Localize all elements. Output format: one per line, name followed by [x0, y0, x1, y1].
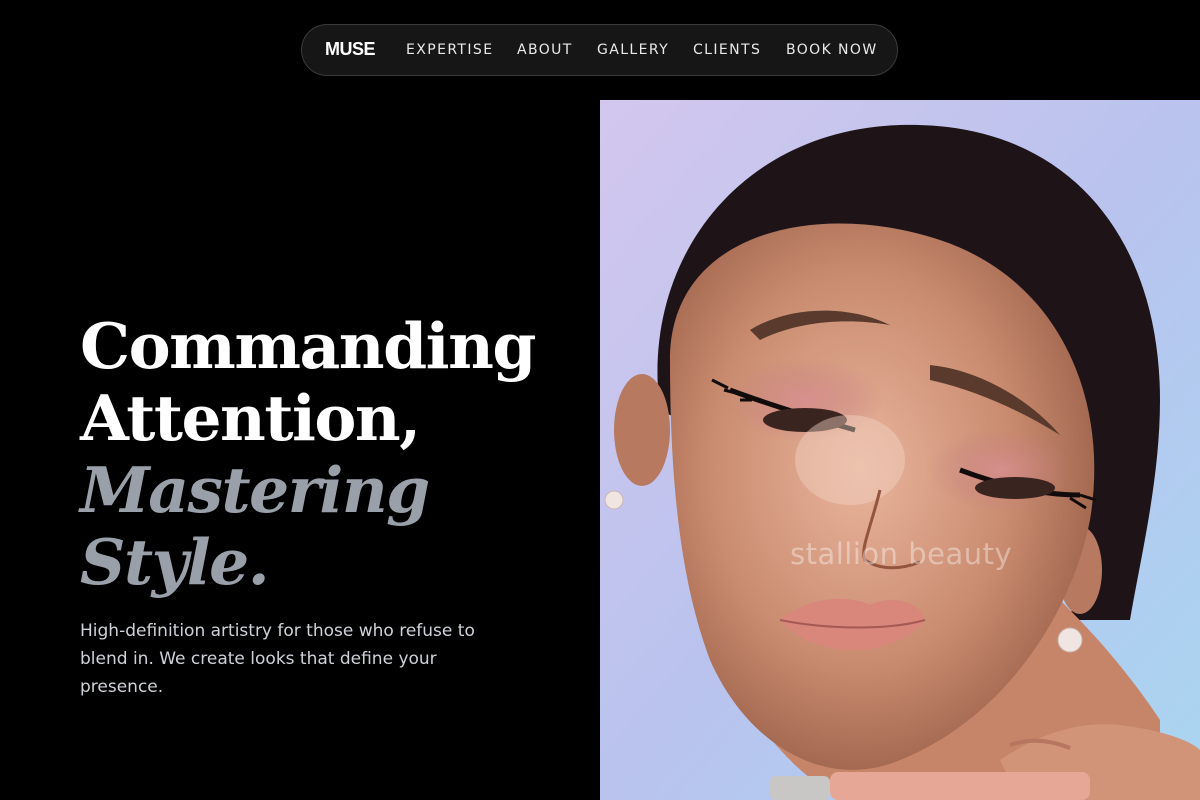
nav-link-expertise[interactable]: EXPERTISE	[406, 42, 493, 58]
nav-link-clients[interactable]: CLIENTS	[693, 42, 761, 58]
portrait-watermark: stallion beauty	[790, 537, 1013, 571]
hero-title-line-2: Attention,	[80, 381, 421, 455]
nav-link-book-now[interactable]: BOOK NOW	[786, 42, 878, 58]
hero-subtitle: High-definition artistry for those who r…	[80, 621, 475, 697]
nav-link-gallery[interactable]: GALLERY	[597, 42, 669, 58]
hero-title: Commanding Attention, Mastering Style.	[80, 309, 536, 599]
hero-title-line-3: Mastering	[80, 453, 430, 527]
hero-portrait-image: stallion beauty	[600, 100, 1200, 800]
portrait-illustration	[600, 100, 1200, 800]
brand-logo[interactable]: MUSE	[325, 39, 376, 60]
top-nav: MUSE EXPERTISE ABOUT GALLERY CLIENTS BOO…	[301, 24, 898, 76]
hero-title-line-1: Commanding	[80, 309, 536, 383]
nav-link-about[interactable]: ABOUT	[517, 42, 573, 58]
hero-title-line-4: Style.	[80, 525, 270, 599]
